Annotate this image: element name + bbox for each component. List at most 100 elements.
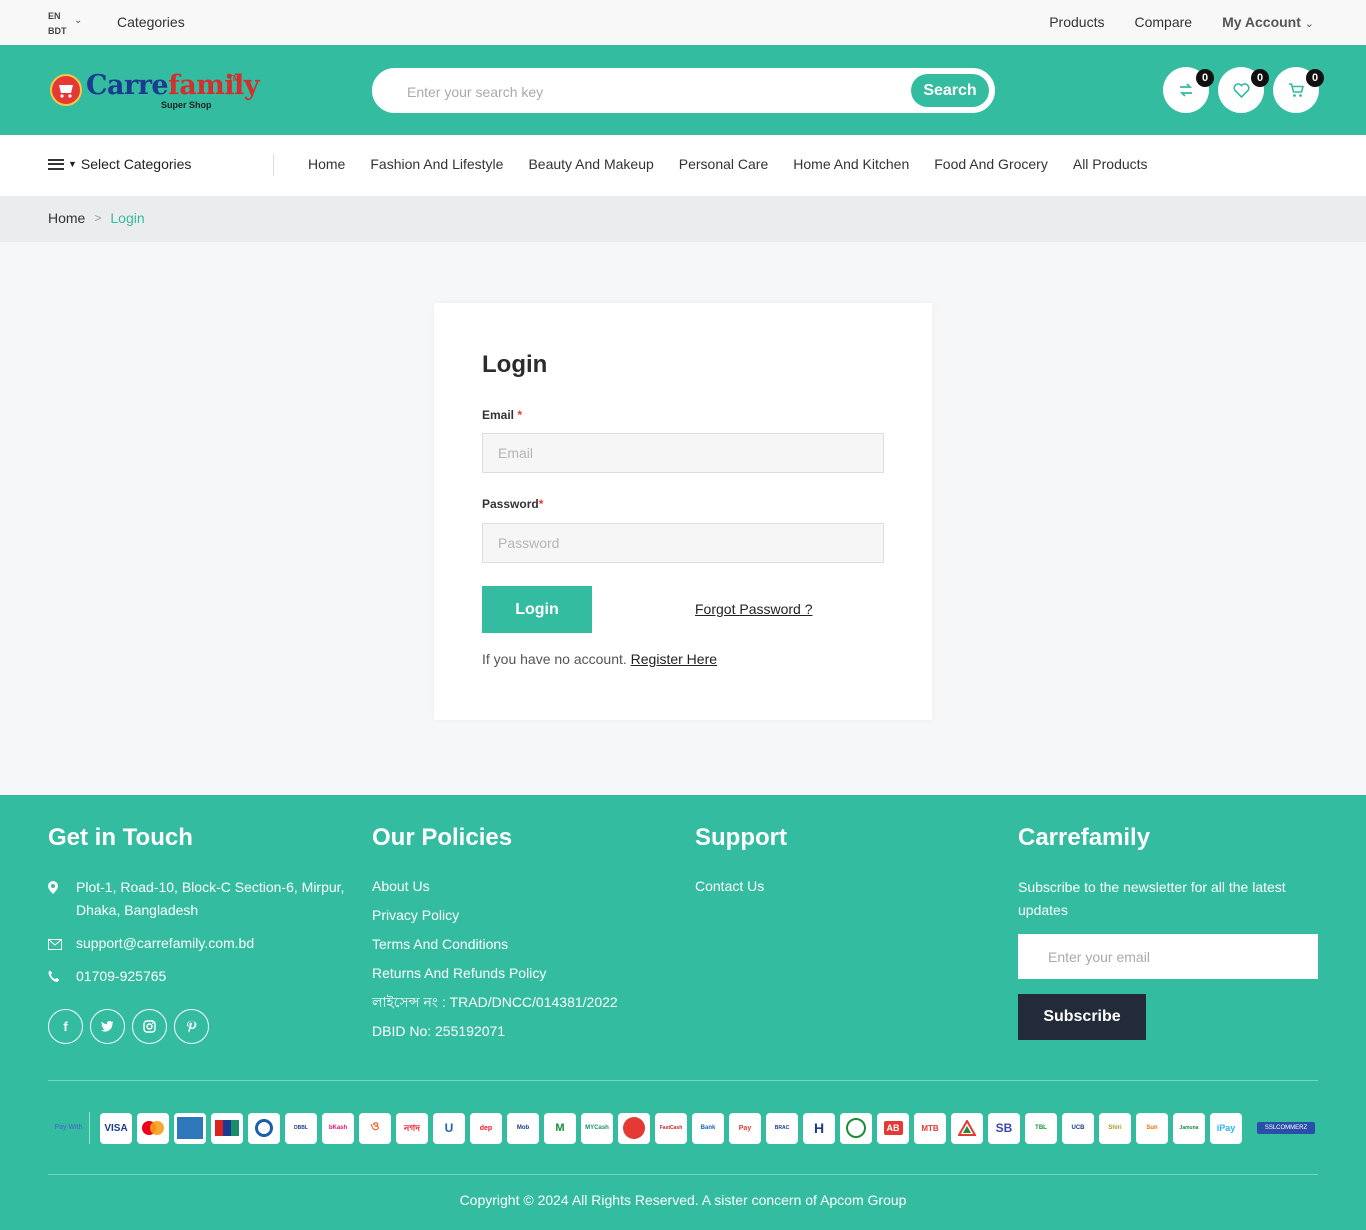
footer-policies: Our Policies About Us Privacy Policy Ter… bbox=[372, 824, 672, 1050]
footer-divider bbox=[48, 1080, 1318, 1081]
nav-divider bbox=[273, 154, 274, 176]
footer-get-in-touch: Get in Touch Plot-1, Road-10, Block-C Se… bbox=[48, 824, 348, 1044]
bank-logo-h: H bbox=[803, 1112, 835, 1144]
about-us-link[interactable]: About Us bbox=[372, 876, 672, 896]
bank-logo-1: Bank bbox=[692, 1112, 724, 1144]
login-card: Login Email * Password* Login Forgot Pas… bbox=[434, 303, 932, 720]
nav-link-personal-care[interactable]: Personal Care bbox=[679, 156, 769, 172]
footer-newsletter: Carrefamily Subscribe to the newsletter … bbox=[1018, 824, 1318, 1040]
refunds-policy-link[interactable]: Returns And Refunds Policy bbox=[372, 963, 672, 983]
mastercard-logo bbox=[137, 1112, 169, 1144]
email-label: Email * bbox=[482, 408, 523, 422]
wishlist-button[interactable]: 0 bbox=[1218, 67, 1269, 113]
email-address[interactable]: support@carrefamily.com.bd bbox=[48, 932, 348, 955]
mycash-logo: MYCash bbox=[581, 1112, 613, 1144]
password-label: Password* bbox=[482, 497, 544, 511]
login-button[interactable]: Login bbox=[482, 586, 592, 633]
bank-logo-a bbox=[951, 1112, 983, 1144]
select-categories-label: Select Categories bbox=[80, 156, 192, 172]
instagram-icon[interactable] bbox=[132, 1009, 167, 1044]
upay-logo: U bbox=[433, 1112, 465, 1144]
nav-link-all-products[interactable]: All Products bbox=[1073, 156, 1148, 172]
my-account-menu[interactable]: My Account ⌄ bbox=[1222, 14, 1314, 30]
amex-logo bbox=[174, 1112, 206, 1144]
cart-button[interactable]: 0 bbox=[1273, 67, 1324, 113]
phone-number[interactable]: 01709-925765 bbox=[48, 965, 348, 988]
forgot-password-link[interactable]: Forgot Password ? bbox=[695, 601, 813, 617]
footer-heading: Get in Touch bbox=[48, 824, 193, 851]
top-right-links: Products Compare My Account ⌄ bbox=[1049, 14, 1314, 30]
address: Plot-1, Road-10, Block-C Section-6, Mirp… bbox=[48, 876, 348, 922]
breadcrumb-home[interactable]: Home bbox=[48, 210, 85, 226]
nagad-logo: নগদ bbox=[396, 1112, 428, 1144]
cart-count-badge: 0 bbox=[1306, 69, 1324, 87]
login-title: Login bbox=[482, 351, 548, 378]
phone-icon bbox=[48, 967, 59, 990]
search-bar: Search bbox=[372, 68, 995, 113]
dbid-number: DBID No: 255192071 bbox=[372, 1023, 506, 1039]
mtb-logo: MTB bbox=[914, 1112, 946, 1144]
twitter-icon[interactable] bbox=[90, 1009, 125, 1044]
chevron-down-icon: ⌄ bbox=[1304, 18, 1314, 30]
q-cash-logo bbox=[618, 1112, 650, 1144]
nav-link-fashion[interactable]: Fashion And Lifestyle bbox=[370, 156, 503, 172]
wishlist-count-badge: 0 bbox=[1251, 69, 1269, 87]
nav-link-home-kitchen[interactable]: Home And Kitchen bbox=[793, 156, 909, 172]
map-pin-icon bbox=[48, 878, 58, 901]
bank-logo-jamuna: Jamuna bbox=[1173, 1112, 1205, 1144]
newsletter-email-input[interactable] bbox=[1018, 934, 1318, 979]
password-field[interactable] bbox=[482, 523, 884, 563]
payment-methods: Pay With VISA DBBL bKash ও নগদ U dep Mob… bbox=[48, 1112, 1318, 1144]
compare-button[interactable]: 0 bbox=[1163, 67, 1214, 113]
sslcommerz-logo: SSLCOMMERZ bbox=[1257, 1122, 1315, 1134]
m-cash-logo: M bbox=[544, 1112, 576, 1144]
terms-link[interactable]: Terms And Conditions bbox=[372, 934, 672, 954]
search-input[interactable] bbox=[407, 81, 867, 103]
products-link[interactable]: Products bbox=[1049, 14, 1104, 30]
social-links: f bbox=[48, 1009, 348, 1044]
facebook-icon[interactable]: f bbox=[48, 1009, 83, 1044]
islami-bank-logo bbox=[840, 1112, 872, 1144]
pay-with-label: Pay With bbox=[48, 1112, 90, 1144]
footer-support: Support Contact Us bbox=[695, 824, 995, 905]
nav-link-food-grocery[interactable]: Food And Grocery bbox=[934, 156, 1048, 172]
logo-tagline: Super Shop bbox=[161, 100, 212, 110]
footer: Get in Touch Plot-1, Road-10, Block-C Se… bbox=[0, 795, 1366, 1230]
diners-club-logo bbox=[248, 1112, 280, 1144]
subscribe-button[interactable]: Subscribe bbox=[1018, 994, 1146, 1040]
nav-link-home[interactable]: Home bbox=[308, 156, 345, 172]
newsletter-text: Subscribe to the newsletter for all the … bbox=[1018, 879, 1286, 918]
compare-link[interactable]: Compare bbox=[1134, 14, 1192, 30]
fastcash-logo: FastCash bbox=[655, 1112, 687, 1144]
copyright: Copyright © 2024 All Rights Reserved. A … bbox=[459, 1192, 907, 1208]
nav-link-beauty[interactable]: Beauty And Makeup bbox=[528, 156, 653, 172]
search-button[interactable]: Search bbox=[911, 74, 989, 107]
footer-heading: Support bbox=[695, 824, 787, 851]
breadcrumb-current: Login bbox=[110, 210, 145, 226]
chevron-down-icon[interactable]: ⌄ bbox=[74, 15, 82, 26]
logo[interactable]: Carrefamily TM Super Shop bbox=[50, 70, 260, 110]
language-label: EN bbox=[48, 11, 61, 21]
pinterest-icon[interactable] bbox=[174, 1009, 209, 1044]
bank-logo-tbl: TBL bbox=[1025, 1112, 1057, 1144]
cart-logo-icon bbox=[50, 74, 82, 106]
bank-logo-shiri: Shiri bbox=[1099, 1112, 1131, 1144]
email-field[interactable] bbox=[482, 433, 884, 473]
language-currency-switcher[interactable]: EN BDT bbox=[48, 9, 67, 39]
envelope-icon bbox=[48, 934, 62, 957]
bank-logo-sb: SB bbox=[988, 1112, 1020, 1144]
menu-icon bbox=[48, 158, 64, 170]
bank-logo-sun: Sun bbox=[1136, 1112, 1168, 1144]
top-categories-link[interactable]: Categories bbox=[117, 14, 185, 30]
visa-logo: VISA bbox=[100, 1112, 132, 1144]
select-categories-dropdown[interactable]: ▼ Select Categories bbox=[48, 156, 191, 172]
pay-logo: Pay bbox=[729, 1112, 761, 1144]
upay-bn-logo: ও bbox=[359, 1112, 391, 1144]
register-link[interactable]: Register Here bbox=[631, 651, 717, 667]
dep-logo: dep bbox=[470, 1112, 502, 1144]
no-account-text: If you have no account. bbox=[482, 651, 627, 667]
main-nav: ▼ Select Categories Home Fashion And Lif… bbox=[0, 135, 1366, 196]
breadcrumb: Home > Login bbox=[0, 196, 1366, 242]
privacy-policy-link[interactable]: Privacy Policy bbox=[372, 905, 672, 925]
contact-us-link[interactable]: Contact Us bbox=[695, 876, 995, 896]
